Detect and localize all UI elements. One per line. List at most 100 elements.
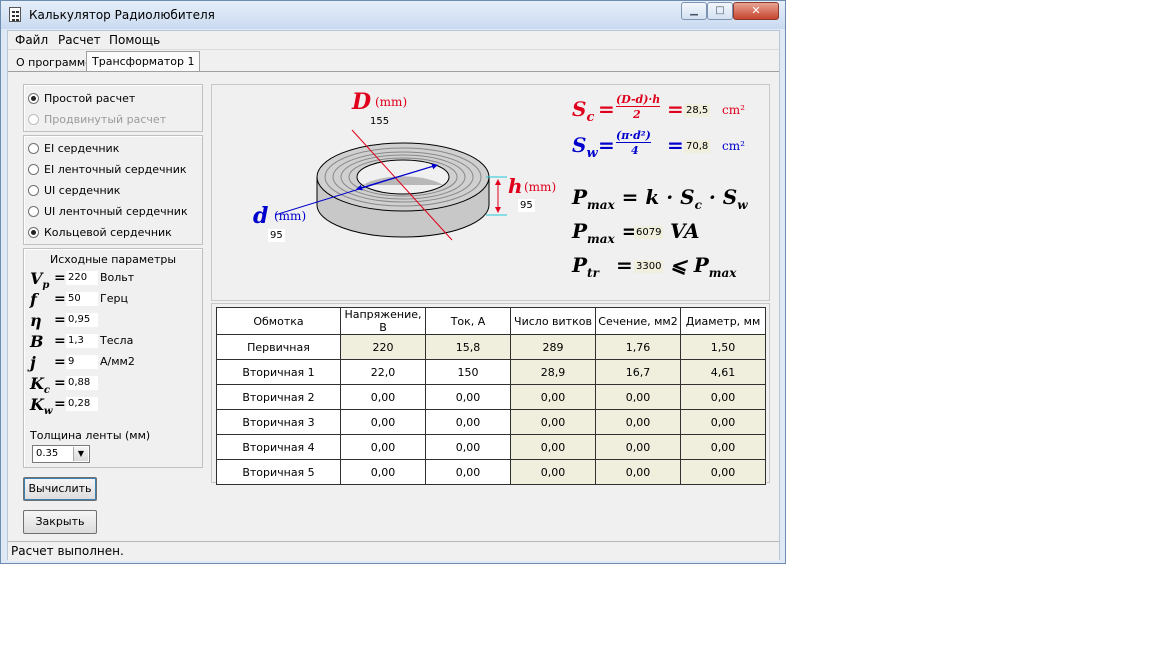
status-bar: Расчет выполнен. <box>8 541 779 561</box>
radio-core-ui[interactable]: UI сердечник <box>28 183 120 199</box>
table-cell[interactable]: 0,00 <box>340 384 426 410</box>
radio-simple-calc[interactable]: Простой расчет <box>28 91 135 107</box>
chevron-down-icon: ▼ <box>73 447 88 461</box>
toroid-figure-panel: D (mm) 155 d (mm) 95 h (mm) 95 Sc = (D-d… <box>211 84 770 301</box>
table-row: Первичная 220 15,8 289 1,76 1,50 <box>216 334 766 360</box>
table-cell[interactable]: 0,00 <box>340 459 426 485</box>
table-cell[interactable]: 220 <box>340 334 426 360</box>
menu-help[interactable]: Помощь <box>109 33 160 47</box>
table-row: Вторичная 1 22,0 150 28,9 16,7 4,61 <box>216 359 766 385</box>
table-cell: 0,00 <box>680 409 766 435</box>
param-unit: Тесла <box>100 334 134 347</box>
param-input[interactable]: 0,95 <box>66 313 98 327</box>
param-row: f = 50 Герц <box>24 290 204 310</box>
equals-sign: = <box>54 333 66 349</box>
input-params-group: Исходные параметры Vp = 220 Вольт f = 50 Герц η =… <box>23 248 203 468</box>
h-label: h <box>508 174 523 198</box>
table-cell: 289 <box>510 334 596 360</box>
radio-unchecked-icon <box>28 163 39 175</box>
radio-advanced-calc: Продвинутый расчет <box>28 112 166 128</box>
close-window-button[interactable]: ✕ <box>733 2 779 20</box>
tab-transformer-1[interactable]: Трансформатор 1 <box>86 51 201 71</box>
tab-about[interactable]: О программе <box>11 54 97 71</box>
sw-unit: cm² <box>722 139 745 153</box>
menu-file[interactable]: Файл <box>15 33 48 47</box>
param-row: η = 0,95 <box>24 311 204 331</box>
table-cell: 28,9 <box>510 359 596 385</box>
table-cell: 0,00 <box>680 384 766 410</box>
tape-thickness-value: 0.35 <box>36 448 59 459</box>
col-header: Сечение, мм2 <box>595 307 681 335</box>
formula-sc: Sc = (D-d)·h 2 = 28,5 cm² <box>572 93 745 125</box>
radio-simple-label: Простой расчет <box>44 92 136 105</box>
formula-sw: Sw = (π·d²) 4 = 70,8 cm² <box>572 129 745 161</box>
table-cell[interactable]: 15,8 <box>425 334 511 360</box>
table-cell: 0,00 <box>680 459 766 485</box>
minimize-button[interactable]: ▁ <box>681 2 707 20</box>
param-input[interactable]: 220 <box>66 271 98 285</box>
pmax-value: 6079 <box>634 226 664 239</box>
table-cell: 0,00 <box>595 384 681 410</box>
param-input[interactable]: 1,3 <box>66 334 98 348</box>
winding-name-cell: Вторичная 2 <box>216 384 341 410</box>
calculate-button[interactable]: Вычислить <box>23 477 97 501</box>
table-cell: 1,50 <box>680 334 766 360</box>
param-input[interactable]: 9 <box>66 355 98 369</box>
calculator-icon <box>9 7 21 22</box>
table-cell[interactable]: 150 <box>425 359 511 385</box>
radio-checked-icon <box>28 92 39 104</box>
col-header: Напряжение, В <box>340 307 426 335</box>
col-header: Число витков <box>510 307 596 335</box>
tape-thickness-label: Толщина ленты (мм) <box>30 429 151 442</box>
table-cell[interactable]: 0,00 <box>425 434 511 460</box>
ptr-result: Ptr = 3300 ⩽ Pmax <box>572 253 737 280</box>
params-title: Исходные параметры <box>49 253 177 266</box>
radio-unchecked-icon <box>28 184 39 196</box>
radio-core-ei-tape[interactable]: EI ленточный сердечник <box>28 162 187 178</box>
table-cell: 0,00 <box>595 434 681 460</box>
transformer-tab-page: Простой расчет Продвинутый расчет EI сер… <box>8 71 779 542</box>
table-cell[interactable]: 0,00 <box>425 459 511 485</box>
param-input[interactable]: 0,28 <box>66 397 98 411</box>
winding-name-cell: Вторичная 5 <box>216 459 341 485</box>
radio-unchecked-icon <box>28 113 39 125</box>
app-window: Калькулятор Радиолюбителя ▁ □ ✕ Файл Рас… <box>0 0 786 564</box>
menu-calc[interactable]: Расчет <box>58 33 101 47</box>
table-cell: 0,00 <box>595 459 681 485</box>
param-input[interactable]: 0,88 <box>66 376 98 390</box>
table-cell: 0,00 <box>510 459 596 485</box>
tape-thickness-select[interactable]: 0.35 ▼ <box>32 445 90 463</box>
table-cell: 0,00 <box>680 434 766 460</box>
param-row: Vp = 220 Вольт <box>24 269 204 292</box>
table-row: Вторичная 4 0,00 0,00 0,00 0,00 0,00 <box>216 434 766 460</box>
param-symbol: Kw <box>30 395 53 418</box>
maximize-button[interactable]: □ <box>707 2 733 20</box>
table-cell: 1,76 <box>595 334 681 360</box>
radio-core-ei[interactable]: EI сердечник <box>28 141 119 157</box>
close-button[interactable]: Закрыть <box>23 510 97 534</box>
param-unit: Герц <box>100 292 128 305</box>
param-symbol: j <box>30 353 36 372</box>
param-input[interactable]: 50 <box>66 292 98 306</box>
param-unit: Вольт <box>100 271 135 284</box>
winding-name-cell: Вторичная 3 <box>216 409 341 435</box>
table-cell[interactable]: 0,00 <box>425 384 511 410</box>
table-cell: 0,00 <box>510 384 596 410</box>
table-cell: 0,00 <box>510 409 596 435</box>
h-value: 95 <box>518 199 535 212</box>
radio-core-ui-tape[interactable]: UI ленточный сердечник <box>28 204 188 220</box>
formula-pmax: Pmax = k · Sc · Sw <box>572 185 748 212</box>
table-cell: 4,61 <box>680 359 766 385</box>
table-cell[interactable]: 22,0 <box>340 359 426 385</box>
radio-core-toroid[interactable]: Кольцевой сердечник <box>28 225 172 241</box>
radio-unchecked-icon <box>28 205 39 217</box>
table-cell[interactable]: 0,00 <box>425 409 511 435</box>
param-symbol: Vp <box>30 269 50 292</box>
table-cell[interactable]: 0,00 <box>340 409 426 435</box>
h-unit: (mm) <box>524 180 557 194</box>
col-header: Ток, А <box>425 307 511 335</box>
status-text: Расчет выполнен. <box>11 544 124 558</box>
table-cell[interactable]: 0,00 <box>340 434 426 460</box>
title-bar[interactable]: Калькулятор Радиолюбителя ▁ □ ✕ <box>1 1 785 29</box>
table-row: Вторичная 5 0,00 0,00 0,00 0,00 0,00 <box>216 459 766 485</box>
